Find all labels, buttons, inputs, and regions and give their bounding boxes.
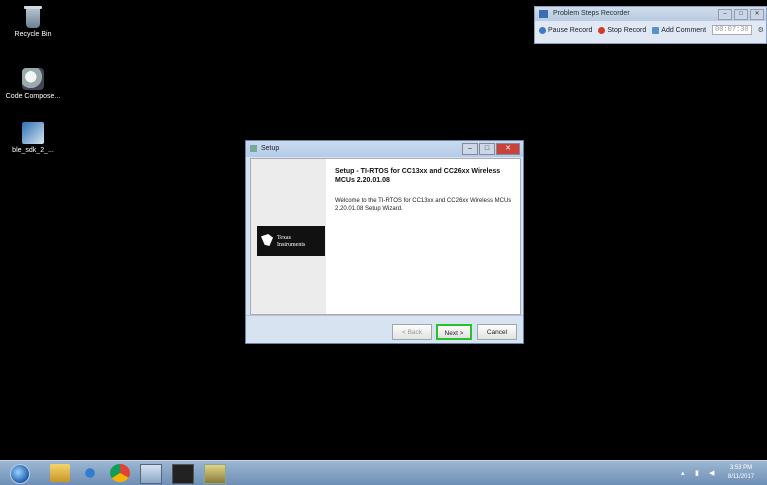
maximize-button[interactable]: □ [479, 143, 495, 155]
maximize-button[interactable]: □ [734, 9, 748, 20]
chrome-icon[interactable] [110, 464, 130, 482]
dialog-body: Texas Instruments Setup - TI-RTOS for CC… [250, 158, 521, 315]
tray-arrow-icon[interactable]: ▴ [681, 469, 689, 477]
cancel-button[interactable]: Cancel [477, 324, 517, 340]
taskbar: ▴ ▮ ◀ 3:53 PM 8/11/2017 [0, 460, 767, 485]
ble-sdk-icon [22, 122, 44, 144]
back-button[interactable]: < Back [392, 324, 432, 340]
pause-icon [539, 26, 546, 34]
file-explorer-icon[interactable] [50, 464, 70, 482]
clock-time: 3:53 PM [729, 465, 753, 471]
next-button[interactable]: Next > [436, 324, 472, 340]
stop-icon [598, 26, 606, 34]
network-icon[interactable]: ▮ [695, 469, 703, 477]
ti-setup-taskbar-icon[interactable] [172, 464, 194, 484]
desktop-icon-label: Code Compose... [5, 93, 61, 100]
problem-steps-recorder-window: Problem Steps Recorder – □ ✕ Pause Recor… [534, 6, 767, 44]
stop-record-button[interactable]: Stop Record [598, 26, 647, 34]
start-button[interactable] [10, 464, 30, 484]
clock-date: 8/11/2017 [727, 474, 755, 480]
clock[interactable]: 3:53 PM 8/11/2017 [721, 464, 761, 482]
psr-title-bar[interactable]: Problem Steps Recorder – □ ✕ [535, 7, 766, 21]
setup-icon [250, 145, 257, 152]
pause-record-label: Pause Record [548, 26, 593, 34]
minimize-button[interactable]: – [718, 9, 732, 20]
minimize-button[interactable]: – [462, 143, 478, 155]
dialog-footer: < Back Next > Cancel [246, 315, 523, 344]
wizard-welcome-text: Welcome to the TI-RTOS for CC13xx and CC… [335, 198, 512, 212]
recycle-bin-icon [24, 6, 42, 28]
dialog-title: Setup [261, 145, 280, 152]
setup-dialog: Setup – □ ✕ Texas Instruments Setup - TI… [245, 140, 524, 344]
dialog-title-bar[interactable]: Setup – □ ✕ [246, 141, 523, 157]
desktop-icon-label: ble_sdk_2_... [12, 147, 54, 154]
add-comment-button[interactable]: Add Comment [652, 26, 707, 34]
psr-app-icon [539, 10, 548, 18]
desktop: Recycle Bin Code Compose... ble_sdk_2_..… [0, 0, 767, 460]
ti-logo-icon [261, 234, 273, 246]
logo-text: Instruments [277, 242, 306, 248]
close-button[interactable]: ✕ [496, 143, 520, 155]
psr-toolbar: Pause Record Stop Record Add Comment 00:… [535, 21, 766, 39]
desktop-icon-ble-sdk[interactable]: ble_sdk_2_... [3, 122, 63, 155]
volume-icon[interactable]: ◀ [709, 469, 717, 477]
wizard-side-panel: Texas Instruments [251, 159, 326, 314]
pause-record-button[interactable]: Pause Record [539, 26, 593, 34]
add-comment-label: Add Comment [661, 26, 707, 34]
comment-icon [652, 26, 660, 34]
desktop-icon-recycle-bin[interactable]: Recycle Bin [3, 6, 63, 39]
logo-text: Texas [277, 235, 291, 241]
desktop-icon-label: Recycle Bin [14, 31, 52, 38]
steps-recorder-taskbar-icon[interactable] [140, 464, 162, 484]
psr-title: Problem Steps Recorder [553, 10, 630, 17]
desktop-icon-code-composer[interactable]: Code Compose... [3, 68, 63, 101]
code-composer-icon [22, 68, 44, 90]
system-tray: ▴ ▮ ◀ [681, 469, 717, 477]
wizard-heading: Setup - TI-RTOS for CC13xx and CC26xx Wi… [335, 168, 501, 184]
record-timer: 00:07:30 [712, 25, 752, 35]
help-icon[interactable]: ⚙ [758, 26, 764, 34]
texas-instruments-logo: Texas Instruments [257, 226, 325, 256]
close-button[interactable]: ✕ [750, 9, 764, 20]
media-player-icon[interactable] [80, 464, 100, 482]
stop-record-label: Stop Record [607, 26, 647, 34]
setup-taskbar-icon[interactable] [204, 464, 226, 484]
